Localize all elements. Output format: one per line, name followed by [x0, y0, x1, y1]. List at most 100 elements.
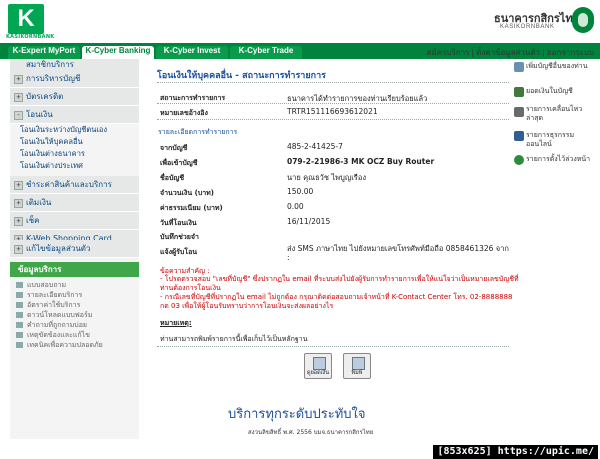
- field-from-account-value: 485-2-41425-7: [287, 142, 343, 151]
- tab-k-expert-myport[interactable]: K-Expert MyPort: [8, 46, 80, 59]
- scheduled-icon: [514, 155, 524, 165]
- tab-k-cyber-trade[interactable]: K-Cyber Trade: [230, 46, 302, 59]
- field-to-account-value: 079-2-21986-3 MK OCZ Buy Router: [287, 157, 435, 166]
- expand-icon: +: [14, 181, 23, 190]
- sidebar-item-account-management[interactable]: + การบริหารบัญชี: [10, 70, 139, 88]
- detail-header: รายละเอียดการทำรายการ: [158, 128, 238, 136]
- field-amount-label: จำนวนเงิน (บาท): [160, 189, 214, 197]
- right-link-online-transactions[interactable]: รายการธุรกรรมออนไลน์: [526, 131, 592, 149]
- expand-icon: +: [14, 93, 23, 102]
- sidebar-item-topup[interactable]: + เติมเงิน: [10, 194, 139, 212]
- sidebar-item-label: เช็ค: [26, 216, 40, 225]
- expand-icon: +: [14, 245, 23, 254]
- faq-icon: [16, 322, 23, 328]
- service-security-tips[interactable]: เทคนิคเพื่อความปลอดภัย: [16, 340, 103, 351]
- register-link[interactable]: สมัครบริการ: [425, 48, 472, 57]
- logo-letter: K: [17, 5, 35, 32]
- view-balance-label: ดูยอดเงิน: [307, 370, 329, 376]
- field-memo-label: บันทึกช่วยจำ: [160, 233, 199, 241]
- sidebar-subitem-own-account[interactable]: โอนเงินระหว่างบัญชีตนเอง: [20, 124, 107, 136]
- remark-text: ท่านสามารถพิมพ์รายการนี้เพื่อเก็บไว้เป็น…: [160, 335, 308, 343]
- notice-item: - โปรดตรวจสอบ "เลขที่บัญชี" ซึ่งปรากฏใน …: [160, 275, 519, 292]
- sidebar-item-label: บัตรเครดิต: [26, 92, 64, 101]
- questionnaire-icon: [16, 282, 23, 288]
- kbank-logo[interactable]: K: [8, 4, 44, 34]
- collapse-icon: -: [14, 111, 23, 120]
- divider: [157, 346, 509, 347]
- divider: [157, 119, 509, 120]
- balance-icon: [514, 87, 524, 97]
- troubleshooting-icon: [16, 332, 23, 338]
- field-notify-value: ส่ง SMS ภาษาไทย ไปยังหมายเลขโทรศัพท์มือถ…: [287, 244, 509, 262]
- account-add-icon: [514, 62, 524, 72]
- tab-k-cyber-invest[interactable]: K-Cyber Invest: [156, 46, 228, 59]
- download-icon: [16, 312, 23, 318]
- fees-icon: [16, 302, 23, 308]
- sidebar-subitem-international[interactable]: โอนเงินต่างประเทศ: [20, 160, 83, 172]
- print-label: พิมพ์: [351, 370, 363, 376]
- logo-caption: KASIKORNBANK: [6, 34, 55, 40]
- watermark: [853x625] https://upic.me/: [433, 445, 598, 459]
- remark-title: หมายเหตุ:: [160, 319, 192, 327]
- details-icon: [16, 292, 23, 298]
- service-label: เทคนิคเพื่อความปลอดภัย: [27, 341, 103, 349]
- sidebar-item-label: แก้ไขข้อมูลส่วนตัว: [26, 244, 91, 253]
- sidebar-item-transfer[interactable]: - โอนเงิน: [10, 106, 139, 124]
- security-icon: [16, 342, 23, 348]
- sidebar-item-credit-card[interactable]: + บัตรเครดิต: [10, 88, 139, 106]
- service-label: แบบสอบถาม: [27, 281, 67, 289]
- expand-icon: +: [14, 75, 23, 84]
- service-label: คำถามที่ถูกถามบ่อย: [27, 321, 88, 329]
- logout-link[interactable]: ออกจากระบบ: [545, 48, 596, 57]
- view-balance-button[interactable]: ดูยอดเงิน: [304, 353, 332, 379]
- page-title: โอนเงินให้บุคคลอื่น - สถานะการทำรายการ: [157, 71, 326, 81]
- footer-slogan: บริการทุกระดับประทับใจ: [228, 407, 366, 422]
- divider: [157, 103, 509, 104]
- print-button[interactable]: พิมพ์: [343, 353, 371, 379]
- right-link-add-account[interactable]: เพิ่มบัญชีอื่นของท่าน: [526, 62, 592, 71]
- service-label: ดาวน์โหลดแบบฟอร์ม: [27, 311, 93, 319]
- page: K KASIKORNBANK ธนาคารกสิกรไทย KASIKORNBA…: [0, 0, 600, 459]
- sidebar-item-label: เติมเงิน: [26, 198, 52, 207]
- field-from-account-label: จากบัญชี: [160, 144, 188, 152]
- field-notify-label: แจ้งผู้รับโอน: [160, 248, 198, 256]
- right-link-statement[interactable]: รายการเคลื่อนไหวล่าสุด: [526, 105, 592, 123]
- field-amount-value: 150.00: [287, 187, 314, 196]
- sidebar-item-bill-payment[interactable]: + ชำระค่าสินค้าและบริการ: [10, 176, 139, 194]
- statement-icon: [514, 107, 524, 117]
- right-link-scheduled[interactable]: รายการตั้งไว้ล่วงหน้า: [526, 155, 592, 164]
- service-label: เหตุขัดข้องและแก้ไข: [27, 331, 90, 339]
- sidebar-item-label: สมาชิกบริการ: [26, 60, 74, 69]
- profile-settings-link[interactable]: ตั้งค่าข้อมูลส่วนตัว: [474, 48, 542, 57]
- divider: [157, 82, 509, 83]
- sidebar-item-label: ชำระค่าสินค้าและบริการ: [26, 180, 112, 189]
- top-links: สมัครบริการ | ตั้งค่าข้อมูลส่วนตัว | ออกจากร…: [425, 48, 596, 57]
- notice-item: - กรณีเลขที่บัญชีที่ปรากฏใน email ไม่ถูก…: [160, 293, 513, 310]
- expand-icon: +: [14, 217, 23, 226]
- field-date-value: 16/11/2015: [287, 217, 331, 226]
- footer-copyright: สงวนลิขสิทธิ์ พ.ศ. 2556 บมจ.ธนาคารกสิกรไ…: [248, 429, 374, 436]
- field-account-name-value: นาย คุณธวัช ไพบูญเรือง: [287, 173, 366, 182]
- field-account-name-label: ชื่อบัญชี: [160, 174, 185, 182]
- field-fee-value: 0.00: [287, 202, 304, 211]
- sidebar-item-cheque[interactable]: + เช็ค: [10, 212, 139, 230]
- sidebar-subitem-other-person[interactable]: โอนเงินให้บุคคลอื่น: [20, 136, 83, 148]
- expand-icon: +: [14, 199, 23, 208]
- bank-emblem-icon: [572, 7, 594, 33]
- sidebar-subitem-other-bank[interactable]: โอนเงินต่างธนาคาร: [20, 148, 85, 160]
- reference-value: TRTR151116693612021: [287, 107, 378, 116]
- right-link-balance[interactable]: ยอดเงินในบัญชี: [526, 87, 592, 96]
- sidebar-item-edit-profile[interactable]: + แก้ไขข้อมูลส่วนตัว: [10, 240, 139, 258]
- sidebar-item-label: โอนเงิน: [26, 110, 53, 119]
- online-transaction-icon: [514, 131, 524, 141]
- field-date-label: วันที่โอนเงิน: [160, 219, 197, 227]
- reference-label: หมายเลขอ้างอิง: [160, 109, 208, 117]
- tab-k-cyber-banking[interactable]: K-Cyber Banking: [82, 46, 154, 59]
- service-label: อัตราค่าใช้บริการ: [27, 301, 81, 309]
- service-label: รายละเอียดบริการ: [27, 291, 83, 299]
- bank-name-english: KASIKORNBANK: [500, 24, 555, 30]
- sidebar-item-label: การบริหารบัญชี: [26, 74, 81, 83]
- field-to-account-label: เพื่อเข้าบัญชี: [160, 159, 198, 167]
- field-fee-label: ค่าธรรมเนียม (บาท): [160, 204, 223, 212]
- services-header: ข้อมูลบริการ: [10, 262, 139, 277]
